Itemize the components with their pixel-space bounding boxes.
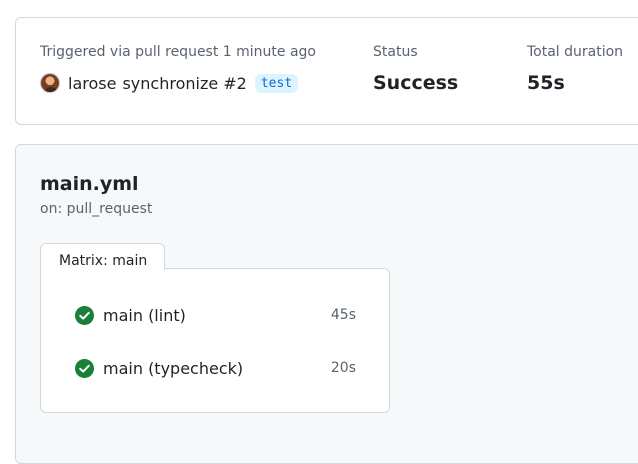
avatar[interactable] xyxy=(40,73,60,93)
workflow-graph-card: main.yml on: pull_request Matrix: main m… xyxy=(15,144,638,464)
workflow-trigger: on: pull_request xyxy=(40,201,153,217)
job-name: main (lint) xyxy=(103,305,186,325)
total-duration-label: Total duration xyxy=(527,44,624,60)
run-summary-card: Triggered via pull request 1 minute ago … xyxy=(15,17,638,125)
workflow-title: main.yml xyxy=(40,173,139,195)
actor-link[interactable]: larose xyxy=(68,74,116,93)
status-value: Success xyxy=(373,72,459,94)
matrix-tab: Matrix: main xyxy=(40,243,165,270)
branch-badge[interactable]: test xyxy=(254,73,299,93)
status-label: Status xyxy=(373,44,418,60)
total-duration-value: 55s xyxy=(527,72,565,94)
check-circle-icon xyxy=(75,358,94,378)
job-duration: 20s xyxy=(330,360,356,376)
trigger-label: Triggered via pull request 1 minute ago xyxy=(40,44,317,60)
matrix-jobs-box: main (lint) 45s main (typecheck) 20s xyxy=(40,268,390,413)
check-circle-icon xyxy=(75,305,94,325)
job-name: main (typecheck) xyxy=(103,358,244,378)
job-row-typecheck[interactable]: main (typecheck) 20s xyxy=(75,356,356,380)
job-duration: 45s xyxy=(330,307,356,323)
event-link[interactable]: synchronize #2 xyxy=(122,74,246,93)
trigger-details: larose synchronize #2 test xyxy=(40,73,299,93)
job-row-lint[interactable]: main (lint) 45s xyxy=(75,303,356,327)
